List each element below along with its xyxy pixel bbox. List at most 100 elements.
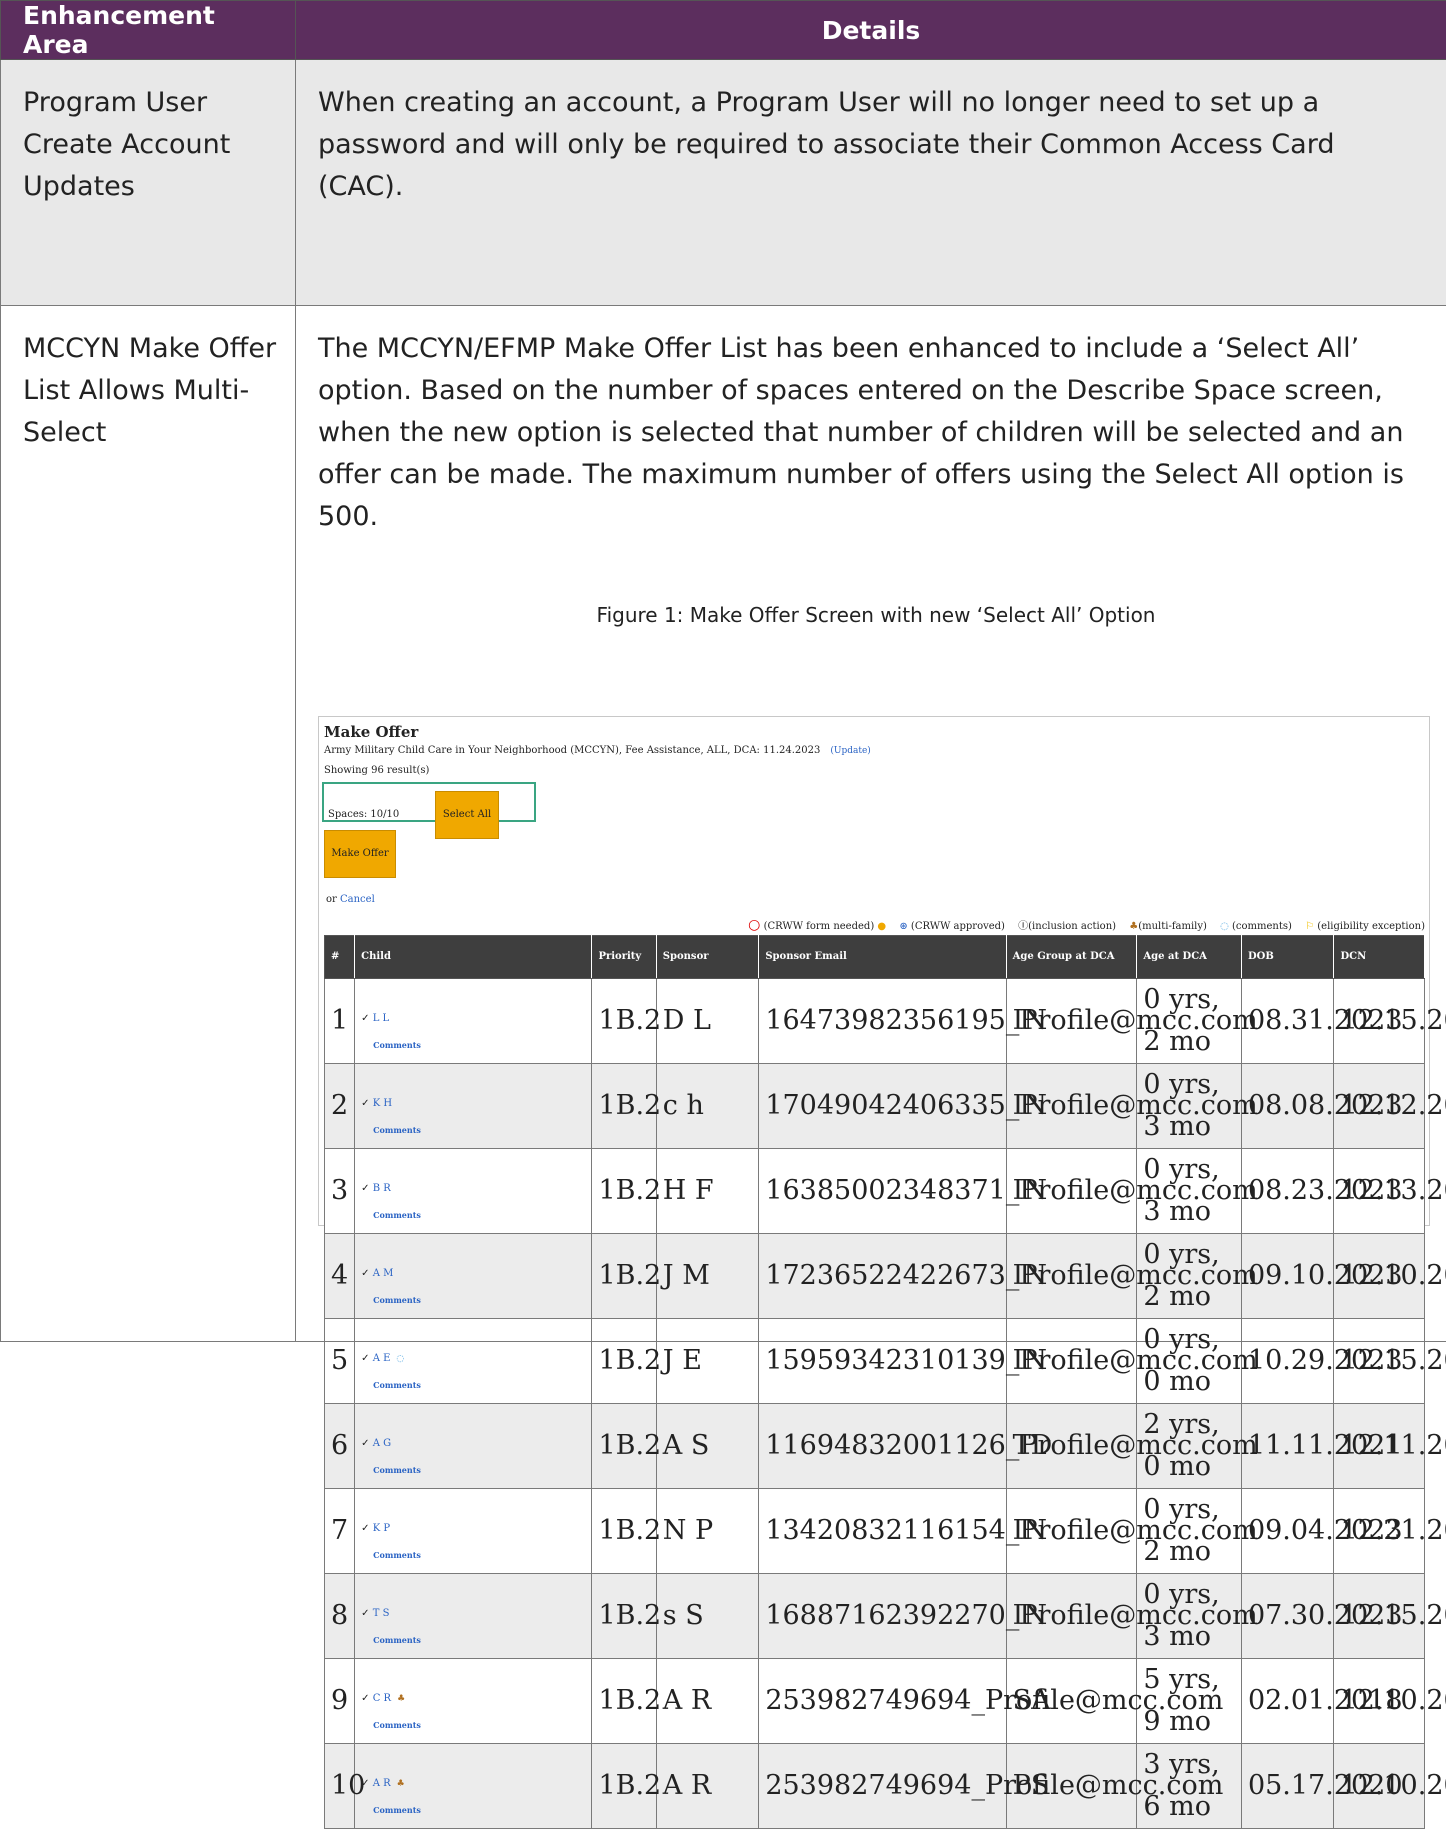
cancel-link[interactable]: Cancel — [340, 894, 375, 905]
child-name-link[interactable]: A M — [373, 1268, 394, 1279]
age-cell: 3 yrs, 6 mo — [1137, 1744, 1242, 1829]
child-name-link[interactable]: K H — [373, 1098, 392, 1109]
column-header: # — [325, 936, 355, 979]
make-offer-button[interactable]: Make Offer — [324, 830, 396, 878]
child-cell: ✓ A E ◌ Comments — [355, 1319, 592, 1404]
dob-cell: 11.11.2021 — [1241, 1404, 1334, 1489]
sponsor-cell: N P — [656, 1489, 759, 1574]
selected-check-icon[interactable]: ✓ — [361, 1693, 373, 1704]
selected-check-icon[interactable]: ✓ — [361, 1778, 373, 1789]
table-header-row: Enhancement Area Details — [1, 1, 1446, 60]
column-header: DOB — [1241, 936, 1334, 979]
multi-family-icon: ♣ — [1129, 919, 1138, 935]
row-number: 8 — [325, 1574, 355, 1659]
comments-link[interactable]: Comments — [373, 1210, 585, 1220]
comments-link[interactable]: Comments — [373, 1720, 585, 1730]
row-number: 2 — [325, 1064, 355, 1149]
results-count: Showing 96 result(s) — [324, 764, 1425, 778]
offer-list-table: #ChildPrioritySponsorSponsor EmailAge Gr… — [324, 935, 1425, 1829]
dcn-cell: 12.13.2023 — [1334, 1149, 1425, 1234]
column-header: Sponsor — [656, 936, 759, 979]
child-name-link[interactable]: T S — [373, 1608, 390, 1619]
priority-cell: 1B.2 — [592, 1574, 656, 1659]
child-name-link[interactable]: B R — [373, 1183, 391, 1194]
update-link[interactable]: (Update) — [830, 746, 870, 756]
sponsor-email-cell: 17049042406335_Profile@mcc.com — [759, 1064, 1006, 1149]
select-all-button[interactable]: Select All — [435, 791, 499, 839]
table-row: 3✓ B RComments1B.2H F16385002348371_Prof… — [325, 1149, 1425, 1234]
comments-icon: ◌ — [1220, 919, 1229, 935]
inclusion-action-icon: Ⓘ — [1018, 919, 1028, 935]
child-cell: ✓ B R Comments — [355, 1149, 592, 1234]
child-name-link[interactable]: A G — [373, 1438, 391, 1449]
age-group-cell: SA — [1006, 1659, 1137, 1744]
table-row: MCCYN Make Offer List Allows Multi-Selec… — [1, 306, 1446, 1342]
comments-link[interactable]: Comments — [373, 1465, 585, 1475]
table-row: 7✓ K PComments1B.2N P13420832116154_Prof… — [325, 1489, 1425, 1574]
child-name-link[interactable]: A R — [373, 1778, 391, 1789]
age-group-cell: IN — [1006, 1319, 1137, 1404]
selected-check-icon[interactable]: ✓ — [361, 1608, 373, 1619]
child-cell: ✓ C R♣Comments — [355, 1659, 592, 1744]
priority-cell: 1B.2 — [592, 1234, 656, 1319]
sponsor-cell: D L — [656, 979, 759, 1064]
child-cell: ✓ T S Comments — [355, 1574, 592, 1659]
child-name-link[interactable]: L L — [373, 1013, 389, 1024]
table-row: Program User Create Account Updates When… — [1, 60, 1446, 306]
details-text: The MCCYN/EFMP Make Offer List has been … — [318, 328, 1434, 538]
age-group-cell: IN — [1006, 1489, 1137, 1574]
selected-check-icon[interactable]: ✓ — [361, 1183, 373, 1194]
details-cell: When creating an account, a Program User… — [296, 60, 1446, 306]
selected-check-icon[interactable]: ✓ — [361, 1098, 373, 1109]
sponsor-email-cell: 17236522422673_Profile@mcc.com — [759, 1234, 1006, 1319]
sponsor-email-cell: 253982749694_Profile@mcc.com — [759, 1744, 1006, 1829]
priority-cell: 1B.2 — [592, 1149, 656, 1234]
table-row: 9✓ C R♣Comments1B.2A R253982749694_Profi… — [325, 1659, 1425, 1744]
icon-legend: ○ (CRWW form needed) ● ⊛ (CRWW approved)… — [324, 917, 1425, 933]
header-enhancement-area: Enhancement Area — [1, 1, 296, 60]
column-header: DCN — [1334, 936, 1425, 979]
dob-cell: 10.29.2023 — [1241, 1319, 1334, 1404]
dcn-cell: 12.15.2023 — [1334, 979, 1425, 1064]
cancel-row: or Cancel — [326, 879, 1425, 921]
header-details: Details — [296, 1, 1446, 60]
row-number: 3 — [325, 1149, 355, 1234]
comments-link[interactable]: Comments — [373, 1040, 585, 1050]
child-name-link[interactable]: C R — [373, 1693, 391, 1704]
selected-check-icon[interactable]: ✓ — [361, 1438, 373, 1449]
child-name-link[interactable]: K P — [373, 1523, 390, 1534]
comments-icon[interactable]: ◌ — [396, 1354, 404, 1364]
dob-cell: 08.08.2023 — [1241, 1064, 1334, 1149]
table-row: 1✓ L LComments1B.2D L16473982356195_Prof… — [325, 979, 1425, 1064]
figure-caption: Figure 1: Make Offer Screen with new ‘Se… — [318, 594, 1434, 636]
sponsor-email-cell: 13420832116154_Profile@mcc.com — [759, 1489, 1006, 1574]
sponsor-cell: J M — [656, 1234, 759, 1319]
selected-check-icon[interactable]: ✓ — [361, 1268, 373, 1279]
sponsor-email-cell: 11694832001126_Profile@mcc.com — [759, 1404, 1006, 1489]
age-group-cell: PS — [1006, 1744, 1137, 1829]
selected-check-icon[interactable]: ✓ — [361, 1013, 373, 1024]
selected-check-icon[interactable]: ✓ — [361, 1523, 373, 1534]
dcn-cell: 12.10.2023 — [1334, 1744, 1425, 1829]
comments-link[interactable]: Comments — [373, 1550, 585, 1560]
eligibility-flag-icon: ⚐ — [1305, 919, 1314, 935]
comments-link[interactable]: Comments — [373, 1380, 585, 1390]
sponsor-cell: J E — [656, 1319, 759, 1404]
comments-link[interactable]: Comments — [373, 1635, 585, 1645]
child-cell: ✓ A R♣Comments — [355, 1744, 592, 1829]
sponsor-cell: c h — [656, 1064, 759, 1149]
dob-cell: 08.31.2023 — [1241, 979, 1334, 1064]
comments-link[interactable]: Comments — [373, 1805, 585, 1815]
dob-cell: 05.17.2020 — [1241, 1744, 1334, 1829]
area-cell: MCCYN Make Offer List Allows Multi-Selec… — [1, 306, 296, 1342]
selected-check-icon[interactable]: ✓ — [361, 1353, 373, 1364]
priority-cell: 1B.2 — [592, 1064, 656, 1149]
table-row: 10✓ A R♣Comments1B.2A R253982749694_Prof… — [325, 1744, 1425, 1829]
row-number: 6 — [325, 1404, 355, 1489]
details-text: When creating an account, a Program User… — [318, 82, 1434, 208]
comments-link[interactable]: Comments — [373, 1295, 585, 1305]
comments-link[interactable]: Comments — [373, 1125, 585, 1135]
dcn-cell: 12.10.2023 — [1334, 1659, 1425, 1744]
child-name-link[interactable]: A E — [373, 1353, 391, 1364]
legend-eligibility: (eligibility exception) — [1317, 921, 1425, 932]
